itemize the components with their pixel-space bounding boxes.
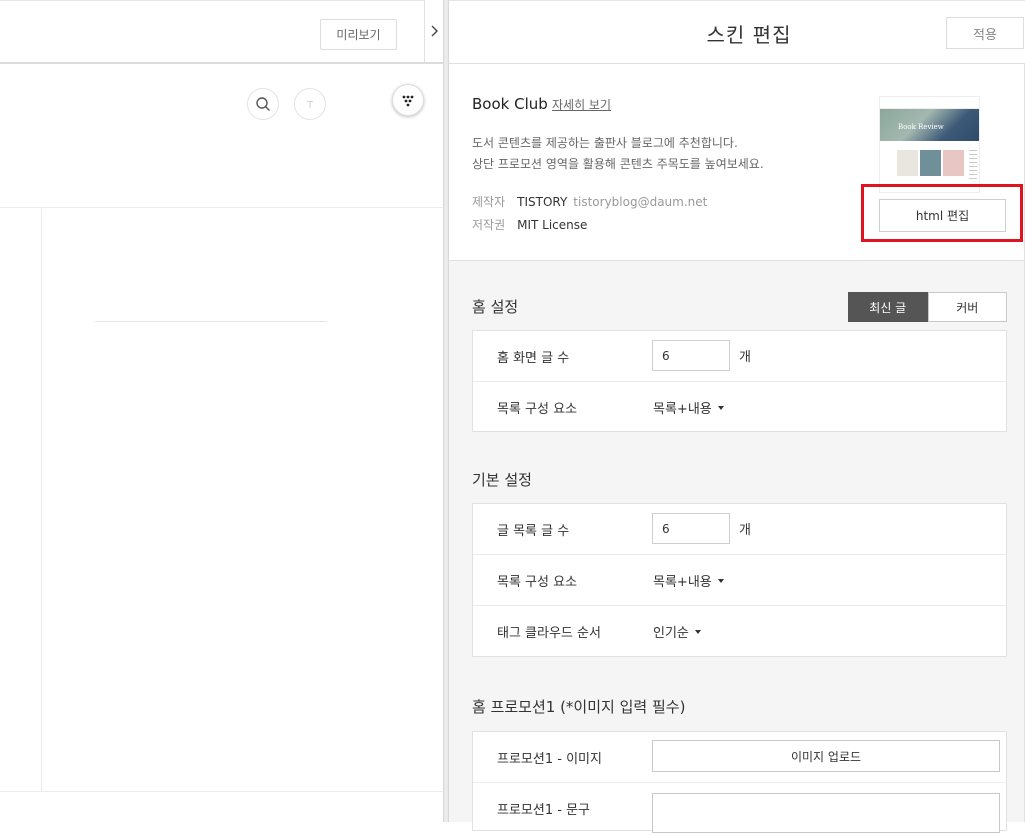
license-label: 저작권: [472, 218, 506, 232]
preview-toolbar: 미리보기: [0, 0, 443, 64]
caret-down-icon: [717, 405, 724, 410]
thumbnail-card: [920, 150, 941, 176]
home-posts-label: 홈 화면 글 수: [497, 351, 570, 366]
skin-edit-header: 스킨 편집 적용: [449, 0, 1025, 64]
skin-thumbnail: Book Review: [879, 96, 980, 193]
image-upload-button[interactable]: 이미지 업로드: [652, 740, 1000, 772]
skin-info-panel: Book Club 자세히 보기 도서 콘텐츠를 제공하는 출판사 블로그에 추…: [449, 64, 1025, 261]
tag-order-dropdown[interactable]: 인기순: [653, 622, 701, 641]
tag-order-value: 인기순: [653, 626, 689, 641]
tistory-logo-icon[interactable]: T: [294, 88, 326, 120]
promo-text-label: 프로모션1 - 문구: [497, 803, 590, 818]
basic-posts-input[interactable]: 6: [652, 513, 730, 544]
maker-label: 제작자: [472, 195, 506, 209]
basic-settings-title: 기본 설정: [472, 471, 532, 489]
basic-list-row: 목록 구성 요소 목록+내용: [473, 555, 1006, 606]
search-icon[interactable]: [247, 88, 279, 120]
preview-button[interactable]: 미리보기: [320, 19, 397, 50]
tag-order-label: 태그 클라우드 순서: [497, 626, 601, 641]
caret-down-icon: [694, 629, 701, 634]
promo-image-row: 프로모션1 - 이미지 이미지 업로드: [473, 732, 1006, 783]
apply-button[interactable]: 적용: [946, 17, 1024, 49]
maker-email: tistoryblog@daum.net: [573, 195, 708, 209]
home-list-dropdown[interactable]: 목록+내용: [653, 398, 724, 417]
home-type-toggle: 최신 글 커버: [848, 292, 1007, 322]
promo-text-input[interactable]: [652, 793, 1000, 833]
skin-name: Book Club: [472, 95, 548, 113]
basic-settings-card: 글 목록 글 수 6 개 목록 구성 요소 목록+내용 태그 클라우드 순서 인…: [472, 503, 1007, 657]
home-posts-unit: 개: [739, 350, 751, 365]
home-posts-input[interactable]: 6: [652, 340, 730, 371]
svg-text:T: T: [306, 100, 314, 110]
thumbnail-card: [943, 150, 964, 176]
maker-name: TISTORY: [517, 195, 568, 209]
thumbnail-sidebar: [969, 150, 977, 180]
toggle-cover[interactable]: 커버: [927, 292, 1007, 322]
basic-list-dropdown[interactable]: 목록+내용: [653, 571, 724, 590]
license-value: MIT License: [517, 218, 588, 232]
promo-text-row: 프로모션1 - 문구: [473, 783, 1006, 834]
basic-list-value: 목록+내용: [653, 575, 712, 590]
home-list-value: 목록+내용: [653, 402, 712, 417]
home-list-row: 목록 구성 요소 목록+내용: [473, 382, 1006, 433]
basic-posts-label: 글 목록 글 수: [497, 524, 570, 539]
highlight-annotation: [861, 184, 1023, 242]
skin-license: 저작권 MIT License: [472, 216, 587, 233]
preview-pane: 미리보기 T: [0, 0, 443, 822]
toggle-recent-posts[interactable]: 최신 글: [848, 292, 928, 322]
basic-list-label: 목록 구성 요소: [497, 575, 578, 590]
promo-image-label: 프로모션1 - 이미지: [497, 752, 602, 767]
page-title: 스킨 편집: [706, 23, 792, 47]
promo-settings-title: 홈 프로모션1 (*이미지 입력 필수): [472, 698, 686, 716]
skin-description-line: 도서 콘텐츠를 제공하는 출판사 블로그에 추천합니다.: [472, 136, 738, 150]
caret-down-icon: [717, 578, 724, 583]
preview-divider-horizontal: [95, 321, 327, 322]
skin-detail-link[interactable]: 자세히 보기: [552, 96, 611, 113]
thumbnail-header: [880, 97, 979, 109]
home-settings-card: 홈 화면 글 수 6 개 목록 구성 요소 목록+내용: [472, 330, 1007, 432]
collapse-toggle[interactable]: [424, 0, 443, 64]
home-list-label: 목록 구성 요소: [497, 402, 578, 417]
home-settings-title: 홈 설정: [472, 298, 519, 316]
skin-description: 도서 콘텐츠를 제공하는 출판사 블로그에 추천합니다. 상단 프로모션 영역을…: [472, 133, 764, 175]
basic-posts-row: 글 목록 글 수 6 개: [473, 504, 1006, 555]
basic-posts-unit: 개: [739, 523, 751, 538]
home-posts-row: 홈 화면 글 수 6 개: [473, 331, 1006, 382]
preview-blog-header: T: [0, 66, 443, 208]
promo-settings-card: 프로모션1 - 이미지 이미지 업로드 프로모션1 - 문구: [472, 731, 1007, 834]
skin-description-line: 상단 프로모션 영역을 활용해 콘텐츠 주목도를 높여보세요.: [472, 157, 764, 171]
thumbnail-card: [897, 150, 918, 176]
preview-divider-vertical: [41, 209, 42, 791]
preview-divider-bottom: [0, 791, 443, 792]
menu-dots-icon[interactable]: [392, 84, 424, 116]
skin-maker: 제작자 TISTORY tistoryblog@daum.net: [472, 193, 707, 210]
skin-edit-pane: 스킨 편집 적용 Book Club 자세히 보기 도서 콘텐츠를 제공하는 출…: [449, 0, 1025, 833]
tag-order-row: 태그 클라우드 순서 인기순: [473, 606, 1006, 657]
chevron-right-icon: [431, 25, 438, 37]
thumbnail-hero-text: Book Review: [898, 123, 944, 131]
